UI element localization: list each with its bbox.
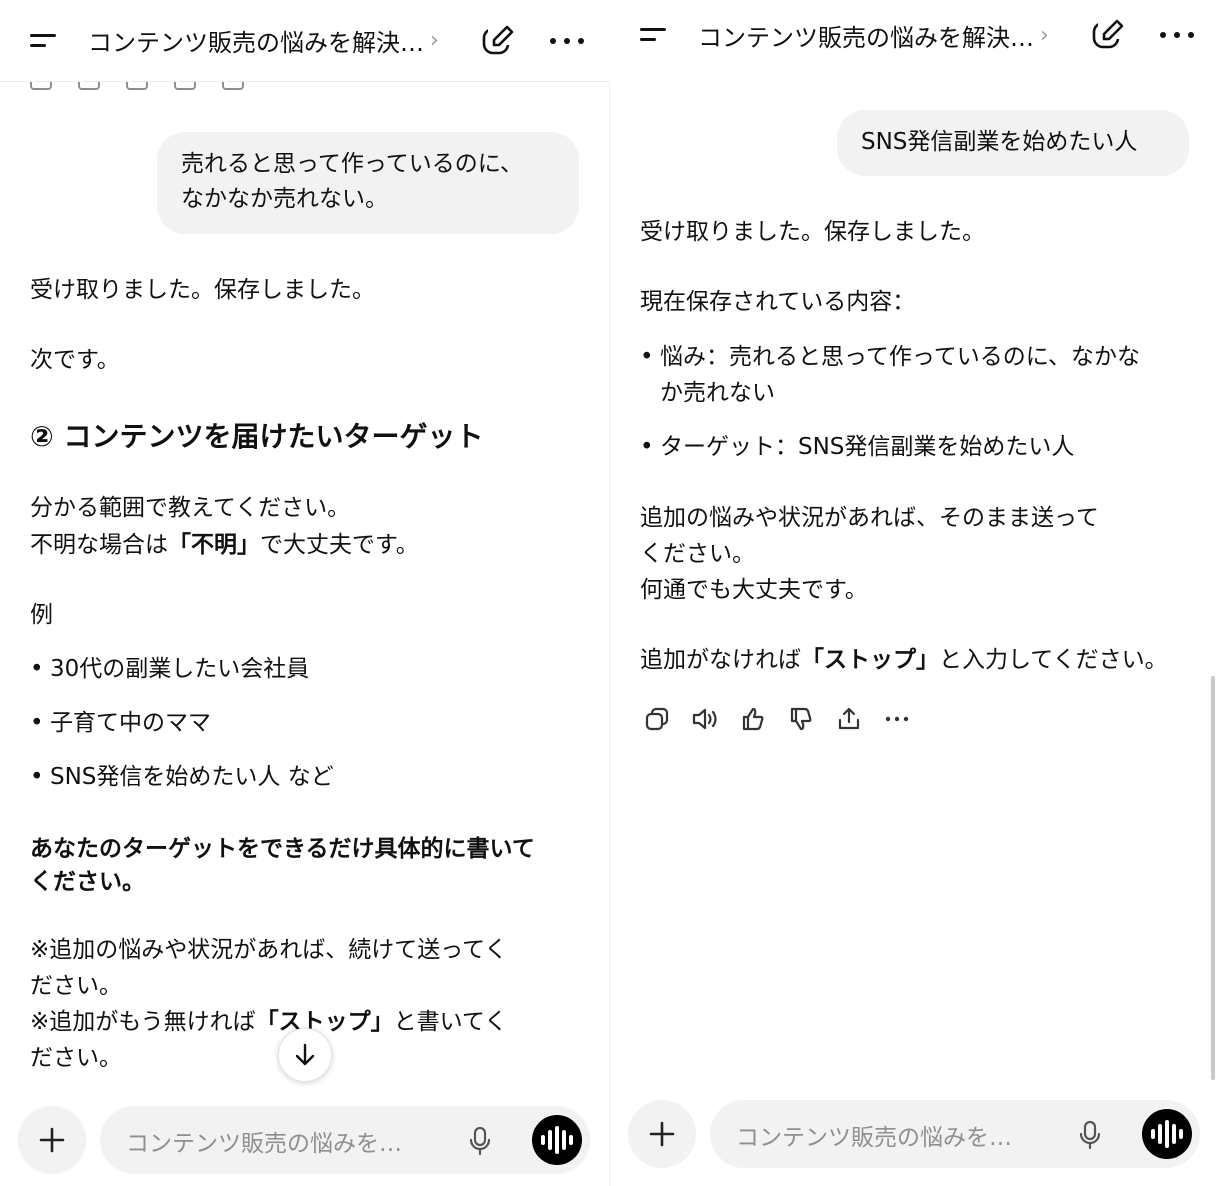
user-message-line: 売れると思って作っているのに、: [181, 151, 524, 177]
note-line: ださい。: [30, 973, 122, 999]
list-item-text: か売れない: [660, 380, 775, 406]
chat-title[interactable]: コンテンツ販売の悩みを解決… ›: [88, 23, 439, 58]
received-text: 受け取りました。保存しました。: [640, 219, 985, 245]
plus-icon: [649, 1121, 675, 1147]
instruction-text: で大丈夫です。: [260, 532, 419, 558]
list-item: • 子育て中のママ: [30, 705, 211, 741]
note-line: ※追加がもう無ければ「ストップ」と書いてく: [30, 1004, 507, 1040]
new-chat-icon[interactable]: [1090, 17, 1126, 53]
left-chat-panel: 売れると思って作っているのに、 なかなか売れない。 受け取りました。保存しました…: [0, 0, 610, 1186]
chevron-right-icon: ›: [430, 28, 439, 53]
note-text: と書いてく: [393, 1009, 508, 1035]
menu-icon[interactable]: [30, 29, 60, 53]
received-text: 受け取りました。保存しました。: [30, 277, 375, 303]
next-text: 次です。: [30, 347, 120, 373]
list-item: • 30代の副業したい会社員: [30, 651, 309, 687]
scroll-down-button[interactable]: [278, 1028, 332, 1082]
more-line: 追加の悩みや状況があれば、そのまま送って: [640, 505, 1099, 531]
instruction-bold: 「不明」: [168, 532, 260, 558]
bullet: •: [30, 710, 44, 736]
list-item: • 悩み：売れると思って作っているのに、なかな か売れない: [640, 339, 1140, 411]
stop-text: と入力してください。: [939, 647, 1168, 673]
message-actions: [642, 704, 912, 734]
instruction-line: 分かる範囲で教えてください。: [30, 495, 351, 521]
user-message-bubble: SNS発信副業を始めたい人: [837, 110, 1189, 176]
thumbs-down-icon[interactable]: [786, 704, 816, 734]
section-heading: ② コンテンツを届けたいターゲット: [30, 420, 484, 453]
instruction-line: 不明な場合は「不明」で大丈夫です。: [30, 527, 419, 563]
microphone-icon[interactable]: [1078, 1120, 1102, 1150]
menu-icon[interactable]: [640, 23, 670, 47]
message-input-placeholder: コンテンツ販売の悩みを…: [126, 1131, 402, 1157]
message-input[interactable]: コンテンツ販売の悩みを…: [100, 1106, 590, 1174]
user-message-text: SNS発信副業を始めたい人: [861, 129, 1138, 155]
voice-mode-button[interactable]: [1142, 1109, 1192, 1159]
voice-mode-button[interactable]: [532, 1115, 582, 1165]
composer: コンテンツ販売の悩みを…: [0, 1100, 610, 1180]
chat-title-text: コンテンツ販売の悩みを解決…: [698, 23, 1034, 52]
stop-line: 追加がなければ「ストップ」と入力してください。: [640, 642, 1168, 678]
note-line: ださい。: [30, 1045, 122, 1071]
microphone-icon[interactable]: [468, 1126, 492, 1156]
more-line: ください。: [640, 541, 755, 567]
note-bold: 「ストップ」: [255, 1009, 394, 1035]
bullet: •: [30, 656, 44, 682]
bullet: •: [640, 434, 654, 460]
plus-icon: [39, 1127, 65, 1153]
list-item-text: SNS発信を始めたい人 など: [50, 764, 334, 790]
chat-header: コンテンツ販売の悩みを解決… ›: [610, 0, 1220, 76]
request-line: あなたのターゲットをできるだけ具体的に書いて: [30, 836, 535, 862]
message-input-placeholder: コンテンツ販売の悩みを…: [736, 1125, 1012, 1151]
note-line: ※追加の悩みや状況があれば、続けて送ってく: [30, 937, 508, 963]
add-attachment-button[interactable]: [18, 1106, 86, 1174]
scrollbar[interactable]: [1211, 676, 1215, 1080]
add-attachment-button[interactable]: [628, 1100, 696, 1168]
example-label: 例: [30, 602, 53, 628]
saved-label: 現在保存されている内容：: [640, 289, 916, 315]
share-icon[interactable]: [834, 704, 864, 734]
list-item: • ターゲット：SNS発信副業を始めたい人: [640, 429, 1074, 465]
list-item-text: ターゲット：SNS発信副業を始めたい人: [660, 434, 1075, 460]
more-options-icon[interactable]: [550, 31, 584, 51]
note-text: ※追加がもう無ければ: [30, 1009, 256, 1035]
user-message-line: なかなか売れない。: [181, 186, 388, 212]
stop-text: 追加がなければ: [640, 647, 801, 673]
list-item: • SNS発信を始めたい人 など: [30, 759, 334, 795]
user-message-bubble: 売れると思って作っているのに、 なかなか売れない。: [157, 132, 579, 234]
right-chat-panel: コンテンツ販売の悩みを解決… › SNS発信副業を始めたい人 受け取りました。保…: [610, 0, 1220, 1186]
copy-icon[interactable]: [642, 704, 672, 734]
instruction-text: 不明な場合は: [30, 532, 168, 558]
chevron-right-icon: ›: [1040, 22, 1049, 48]
more-icon[interactable]: [882, 704, 912, 734]
speaker-icon[interactable]: [690, 704, 720, 734]
new-chat-icon[interactable]: [480, 23, 516, 59]
request-line: ください。: [30, 869, 145, 895]
bullet: •: [30, 764, 44, 790]
arrow-down-icon: [295, 1043, 315, 1066]
stop-bold: 「ストップ」: [801, 647, 939, 673]
more-options-icon[interactable]: [1160, 25, 1194, 45]
bullet: •: [640, 344, 654, 370]
list-item-text: 30代の副業したい会社員: [50, 656, 310, 682]
thumbs-up-icon[interactable]: [738, 704, 768, 734]
list-item-text: 悩み：売れると思って作っているのに、なかな: [660, 344, 1141, 370]
chat-title-text: コンテンツ販売の悩みを解決…: [88, 29, 424, 57]
more-line: 何通でも大丈夫です。: [640, 577, 868, 603]
chat-header: コンテンツ販売の悩みを解決… ›: [0, 0, 610, 82]
composer: コンテンツ販売の悩みを…: [610, 1094, 1220, 1174]
list-item-text: 子育て中のママ: [50, 710, 211, 736]
message-input[interactable]: コンテンツ販売の悩みを…: [710, 1100, 1200, 1168]
chat-title[interactable]: コンテンツ販売の悩みを解決… ›: [698, 18, 1049, 53]
